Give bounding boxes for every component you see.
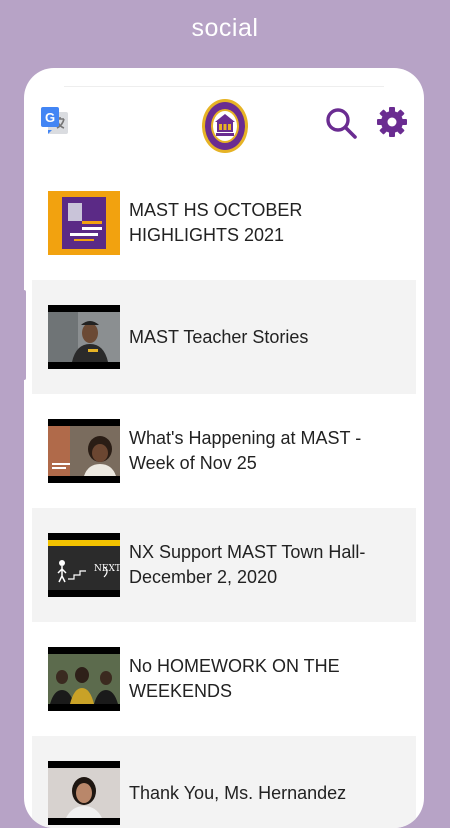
video-thumbnail: NEXT — [48, 533, 120, 597]
video-thumbnail — [48, 305, 120, 369]
list-item[interactable]: Thank You, Ms. Hernandez — [32, 736, 416, 828]
video-list: MAST HS OCTOBER HIGHLIGHTS 2021 MAST Tea… — [32, 166, 416, 828]
video-thumbnail — [48, 191, 120, 255]
screen-caption: social — [191, 14, 259, 42]
phone-side-button — [424, 220, 428, 270]
list-item[interactable]: MAST Teacher Stories — [32, 280, 416, 394]
video-title: What's Happening at MAST - Week of Nov 2… — [129, 428, 362, 473]
video-title: NX Support MAST Town Hall- December 2, 2… — [129, 542, 366, 587]
video-thumbnail — [48, 647, 120, 711]
list-item[interactable]: MAST HS OCTOBER HIGHLIGHTS 2021 — [32, 166, 416, 280]
phone-side-button — [22, 290, 26, 380]
search-icon[interactable] — [324, 106, 358, 140]
list-item[interactable]: No HOMEWORK ON THE WEEKENDS — [32, 622, 416, 736]
phone-frame: G MAST HS OCTOBER HIGHLIGHTS 2021 MAST T… — [24, 68, 424, 828]
app-bar: G — [24, 88, 424, 170]
gear-icon[interactable] — [376, 106, 408, 138]
video-title: No HOMEWORK ON THE WEEKENDS — [129, 656, 340, 701]
video-thumbnail — [48, 761, 120, 825]
video-title: Thank You, Ms. Hernandez — [129, 782, 347, 803]
school-crest-logo — [202, 99, 248, 153]
list-item[interactable]: What's Happening at MAST - Week of Nov 2… — [32, 394, 416, 508]
video-thumbnail — [48, 419, 120, 483]
video-title: MAST Teacher Stories — [129, 326, 309, 347]
svg-text:G: G — [45, 110, 55, 125]
google-translate-icon[interactable]: G — [40, 106, 70, 138]
video-title: MAST HS OCTOBER HIGHLIGHTS 2021 — [129, 200, 303, 245]
divider — [64, 86, 384, 87]
list-item[interactable]: NEXT NX Support MAST Town Hall- December… — [32, 508, 416, 622]
